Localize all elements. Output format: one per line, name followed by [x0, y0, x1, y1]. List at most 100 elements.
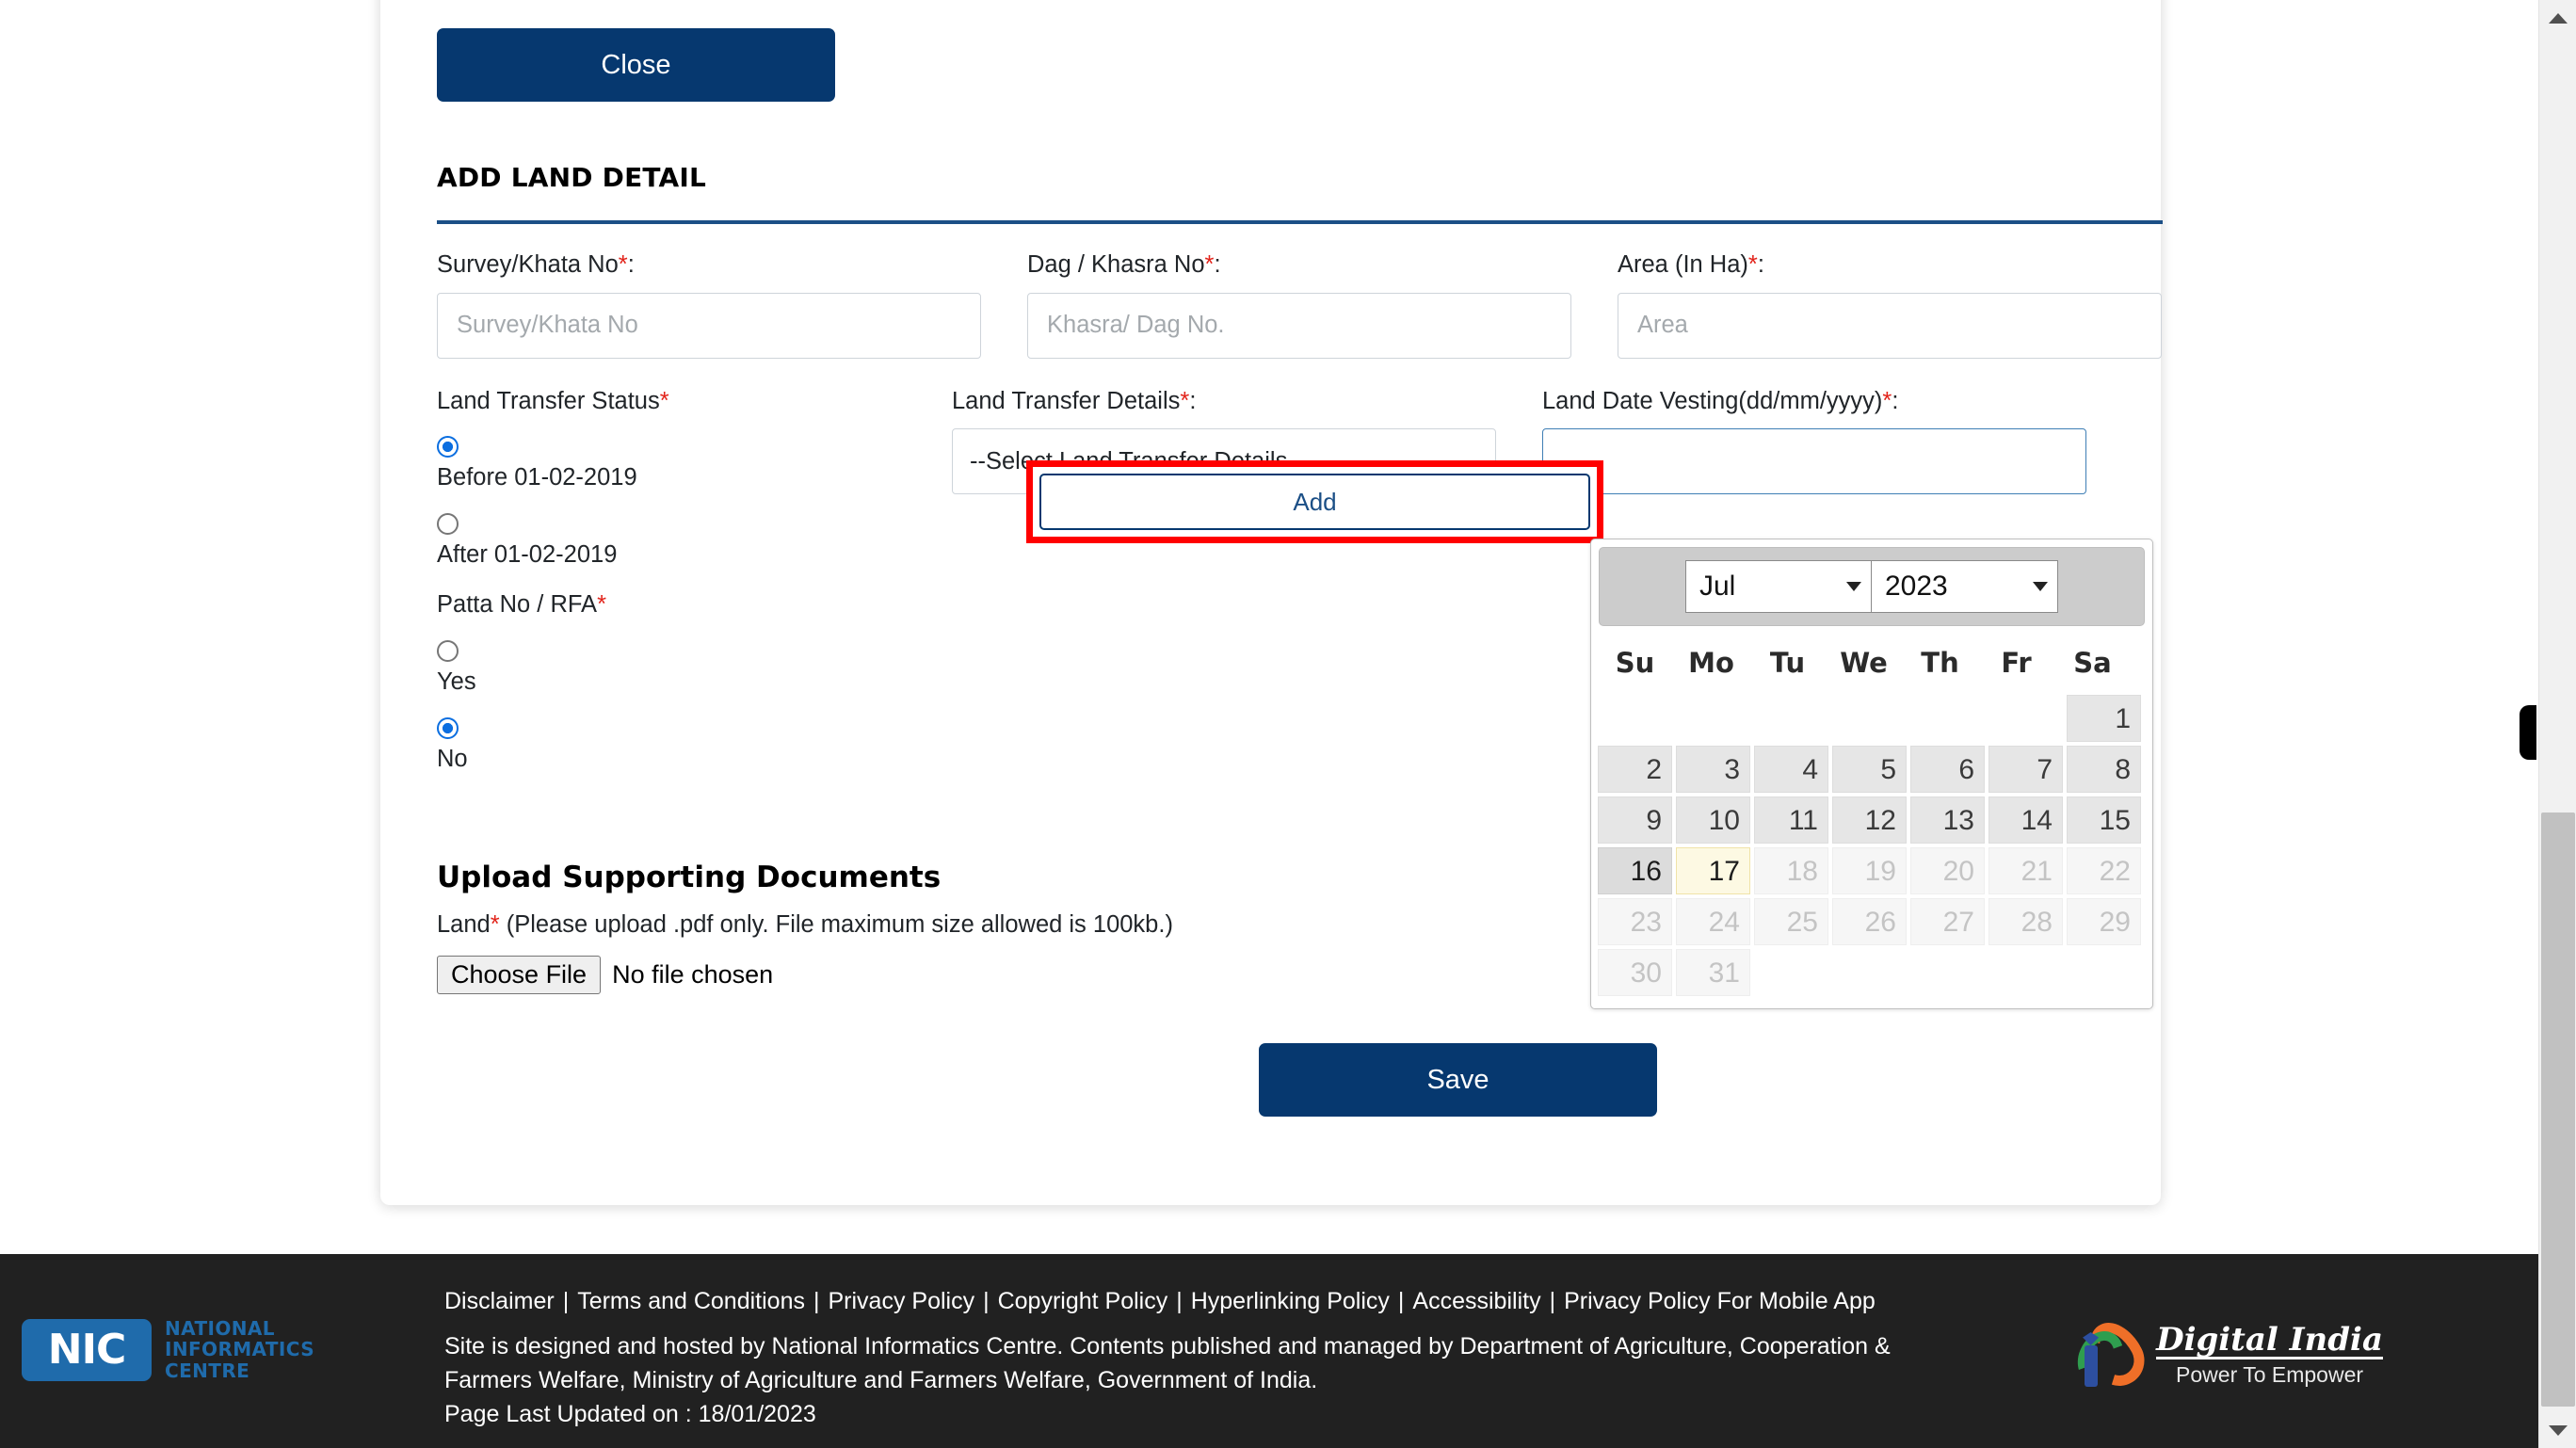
datepicker-week-row: 1	[1597, 694, 2147, 745]
radio-dot-icon[interactable]	[437, 716, 459, 739]
close-button[interactable]: Close	[437, 28, 835, 102]
nic-mark-icon: NIC	[22, 1318, 152, 1381]
datepicker-cell: 5	[1832, 746, 1908, 795]
datepicker-dow-row: Su Mo Tu We Th Fr Sa	[1597, 634, 2147, 694]
datepicker-day-10[interactable]: 10	[1676, 796, 1750, 844]
datepicker-cell	[1988, 695, 2065, 744]
vertical-scrollbar[interactable]	[2538, 0, 2576, 1448]
radio-patta-no[interactable]: No	[437, 716, 906, 772]
footer-link-privacy-policy-for-mobile-app[interactable]: Privacy Policy For Mobile App	[1564, 1288, 1876, 1314]
datepicker-day-empty	[1598, 695, 1672, 742]
radio-label: Before 01-02-2019	[437, 464, 637, 491]
survey-khata-input[interactable]	[437, 292, 981, 359]
footer-link-separator: |	[1397, 1288, 1405, 1314]
radio-patta-yes[interactable]: Yes	[437, 639, 906, 695]
scroll-up-button[interactable]	[2539, 0, 2576, 36]
datepicker-day-5[interactable]: 5	[1832, 746, 1907, 793]
footer-link-privacy-policy[interactable]: Privacy Policy	[828, 1288, 974, 1314]
save-button[interactable]: Save	[1259, 1042, 1657, 1117]
label-colon: :	[627, 251, 635, 278]
add-button[interactable]: Add	[1039, 474, 1590, 530]
datepicker-cell: 26	[1832, 898, 1908, 947]
digital-india-tagline: Power To Empower	[2176, 1362, 2364, 1388]
datepicker-grid: Su Mo Tu We Th Fr Sa 1 2 3 4 5 6 7 8 9 10 11 12 13 14…	[1591, 634, 2152, 1008]
datepicker-cell: 29	[2067, 898, 2143, 947]
dag-khasra-label-text: Dag / Khasra No	[1027, 251, 1205, 278]
label-colon: :	[1757, 251, 1764, 278]
datepicker-cell: 24	[1676, 898, 1752, 947]
datepicker-day-7[interactable]: 7	[1988, 746, 2063, 793]
datepicker-cell: 21	[1988, 847, 2065, 896]
side-tab-handle[interactable]	[2520, 705, 2536, 760]
datepicker-cell: 16	[1598, 847, 1674, 896]
datepicker-cell: 19	[1832, 847, 1908, 896]
datepicker-day-15[interactable]: 15	[2067, 796, 2141, 844]
footer-link-separator: |	[813, 1288, 820, 1314]
dow-we: We	[1840, 647, 1888, 679]
radio-after-2019[interactable]: After 01-02-2019	[437, 513, 906, 568]
area-label-text: Area (In Ha)	[1618, 251, 1748, 278]
area-input[interactable]	[1618, 292, 2162, 359]
field-survey-khata: Survey/Khata No*:	[437, 250, 1027, 359]
datepicker-day-26: 26	[1832, 898, 1907, 945]
dow-fr: Fr	[2001, 647, 2032, 679]
survey-khata-label: Survey/Khata No*:	[437, 250, 981, 280]
datepicker-day-13[interactable]: 13	[1910, 796, 1985, 844]
digital-india-logo: Digital India Power To Empower	[2069, 1312, 2383, 1395]
required-asterisk: *	[659, 387, 669, 414]
scroll-down-button[interactable]	[2539, 1412, 2576, 1448]
datepicker-cell: 2	[1598, 746, 1674, 795]
dag-khasra-input[interactable]	[1027, 292, 1571, 359]
dow-sa: Sa	[2073, 647, 2112, 679]
footer-link-terms-and-conditions[interactable]: Terms and Conditions	[577, 1288, 805, 1314]
radio-label: Yes	[437, 668, 476, 695]
radio-dot-icon[interactable]	[437, 513, 459, 536]
digital-india-wordmark: Digital India Power To Empower	[2156, 1320, 2383, 1389]
choose-file-button[interactable]: Choose File	[437, 955, 602, 994]
footer-link-copyright-policy[interactable]: Copyright Policy	[998, 1288, 1168, 1314]
radio-before-2019[interactable]: Before 01-02-2019	[437, 436, 906, 491]
datepicker-day-4[interactable]: 4	[1754, 746, 1828, 793]
footer-link-hyperlinking-policy[interactable]: Hyperlinking Policy	[1191, 1288, 1390, 1314]
nic-wordmark: NATIONAL INFORMATICS CENTRE	[165, 1318, 315, 1382]
datepicker-year-select[interactable]: 2023	[1871, 560, 2058, 613]
datepicker-day-empty	[1988, 949, 2063, 996]
datepicker-day-17[interactable]: 17	[1676, 847, 1750, 894]
footer-link-disclaimer[interactable]: Disclaimer	[444, 1288, 555, 1314]
datepicker-cell	[1988, 949, 2065, 998]
nic-word-line3: CENTRE	[165, 1359, 250, 1382]
datepicker-day-12[interactable]: 12	[1832, 796, 1907, 844]
footer-link-separator: |	[562, 1288, 570, 1314]
datepicker-day-18: 18	[1754, 847, 1828, 894]
datepicker-day-9[interactable]: 9	[1598, 796, 1672, 844]
datepicker-month-value: Jul	[1699, 571, 1736, 602]
datepicker-day-1[interactable]: 1	[2067, 695, 2141, 742]
datepicker-day-6[interactable]: 6	[1910, 746, 1985, 793]
field-area: Area (In Ha)*:	[1618, 250, 2208, 359]
required-asterisk: *	[1204, 251, 1215, 278]
datepicker-cell: 13	[1910, 796, 1987, 845]
footer-link-accessibility[interactable]: Accessibility	[1412, 1288, 1540, 1314]
nic-word-line2: INFORMATICS	[165, 1338, 315, 1361]
patta-rfa-radio-group: Yes No	[437, 639, 906, 772]
datepicker-day-2[interactable]: 2	[1598, 746, 1672, 793]
upload-note-label: Land	[437, 910, 491, 938]
dag-khasra-label: Dag / Khasra No*:	[1027, 250, 1571, 280]
radio-dot-icon[interactable]	[437, 639, 459, 662]
datepicker-cell	[1910, 949, 1987, 998]
datepicker-month-select[interactable]: Jul	[1685, 560, 1871, 613]
nic-logo: NIC NATIONAL INFORMATICS CENTRE	[22, 1318, 314, 1381]
datepicker-day-3[interactable]: 3	[1676, 746, 1750, 793]
datepicker-day-14[interactable]: 14	[1988, 796, 2063, 844]
patta-rfa-label-text: Patta No / RFA	[437, 591, 598, 619]
footer-credit-line-2: Farmers Welfare, Ministry of Agriculture…	[444, 1367, 1318, 1393]
land-date-vesting-input[interactable]	[1542, 428, 2086, 495]
datepicker-day-16[interactable]: 16	[1598, 847, 1672, 894]
radio-dot-icon[interactable]	[437, 436, 459, 459]
digital-india-title: Digital India	[2156, 1320, 2383, 1360]
datepicker-day-30: 30	[1598, 949, 1672, 996]
datepicker-day-11[interactable]: 11	[1754, 796, 1828, 844]
datepicker-day-8[interactable]: 8	[2067, 746, 2141, 793]
scrollbar-thumb[interactable]	[2541, 812, 2575, 1407]
survey-khata-label-text: Survey/Khata No	[437, 251, 619, 278]
